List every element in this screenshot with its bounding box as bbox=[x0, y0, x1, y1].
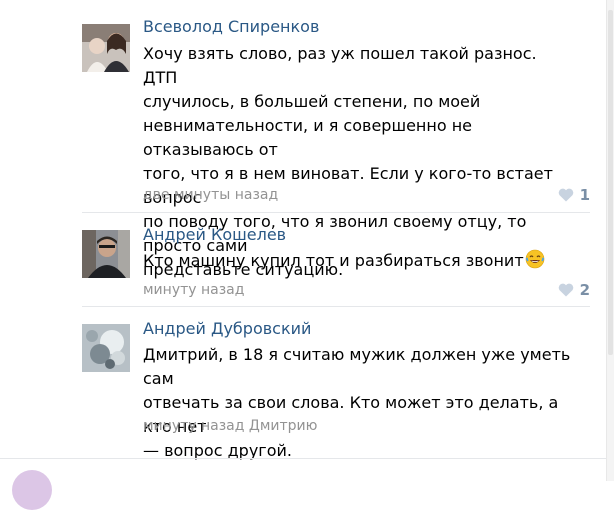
comment-author[interactable]: Всеволод Спиренков bbox=[143, 17, 319, 36]
heart-icon bbox=[558, 188, 573, 202]
avatar-photo-man-icon bbox=[82, 230, 130, 278]
avatar-andrey-koshelev[interactable] bbox=[82, 230, 130, 278]
reply-to-link[interactable]: Дмитрию bbox=[249, 418, 318, 434]
current-user-avatar[interactable] bbox=[12, 470, 52, 510]
comment-line: невнимательности, и я совершенно не отка… bbox=[143, 116, 473, 159]
comment-time[interactable]: минуту назад bbox=[143, 282, 244, 298]
comment-line: Хочу взять слово, раз уж пошел такой раз… bbox=[143, 44, 537, 87]
scrollbar[interactable] bbox=[606, 0, 614, 481]
comment-time[interactable]: минуту назад bbox=[143, 418, 244, 434]
comment-time[interactable]: две минуты назад bbox=[143, 187, 278, 203]
like-button[interactable]: 2 bbox=[558, 281, 590, 299]
comment-line: — вопрос другой. bbox=[143, 441, 292, 460]
avatar-photo-couple-icon bbox=[82, 24, 130, 72]
comment-line: случилось, в большей степени, по моей bbox=[143, 92, 481, 111]
comment-divider bbox=[82, 306, 590, 307]
scrollbar-thumb[interactable] bbox=[608, 10, 613, 355]
comment-text: Дмитрий, в 18 я считаю мужик должен уже … bbox=[143, 343, 571, 463]
comment-text: Кто машину купил тот и разбираться звони… bbox=[143, 249, 571, 273]
section-divider bbox=[0, 458, 606, 459]
comment-divider bbox=[82, 212, 590, 213]
comment-meta: минуту назад Дмитрию bbox=[143, 418, 317, 434]
like-button[interactable]: 1 bbox=[558, 186, 590, 204]
like-count: 2 bbox=[579, 281, 590, 299]
comment-author[interactable]: Андрей Кошелев bbox=[143, 225, 286, 244]
tears-of-joy-emoji-icon bbox=[525, 249, 544, 269]
comment-line: Кто машину купил тот и разбираться звони… bbox=[143, 249, 571, 273]
comment-text: Хочу взять слово, раз уж пошел такой раз… bbox=[143, 42, 571, 282]
like-count: 1 bbox=[579, 186, 590, 204]
avatar-photo-blurred-icon bbox=[82, 324, 130, 372]
avatar-andrey-dubrovsky[interactable] bbox=[82, 324, 130, 372]
heart-icon bbox=[558, 283, 573, 297]
comment-line: Дмитрий, в 18 я считаю мужик должен уже … bbox=[143, 345, 571, 388]
comment-author[interactable]: Андрей Дубровский bbox=[143, 319, 311, 338]
avatar-vsevolod[interactable] bbox=[82, 24, 130, 72]
comment-line-text: Кто машину купил тот и разбираться звони… bbox=[143, 251, 524, 270]
